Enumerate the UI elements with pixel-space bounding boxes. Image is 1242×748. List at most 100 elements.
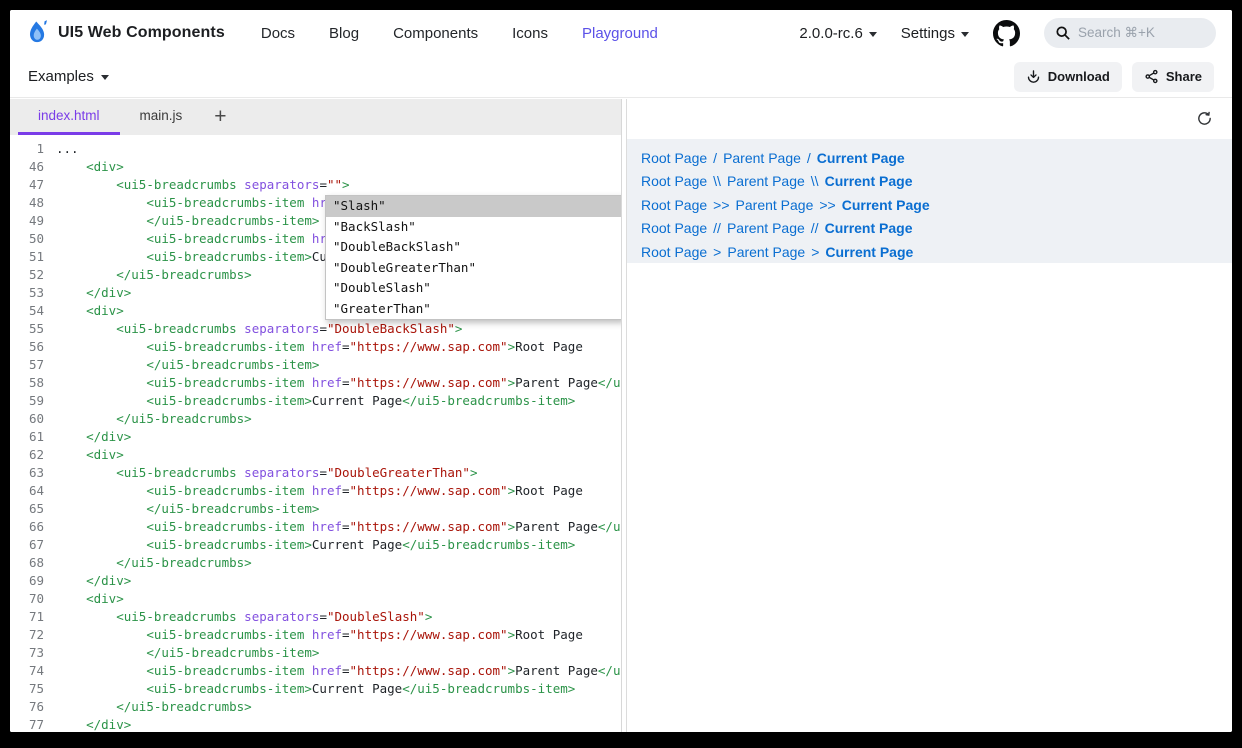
code-text: <ui5-breadcrumbs-item href="https://www.… xyxy=(56,338,583,356)
code-text: </div> xyxy=(56,284,131,302)
nav-link-components[interactable]: Components xyxy=(393,25,478,42)
chevron-down-icon xyxy=(869,32,877,37)
examples-dropdown[interactable]: Examples xyxy=(28,68,109,85)
code-text: <ui5-breadcrumbs-item href="https://www.… xyxy=(56,626,583,644)
code-line-66[interactable]: 66 <ui5-breadcrumbs-item href="https://w… xyxy=(10,518,621,536)
code-line-61[interactable]: 61 </div> xyxy=(10,428,621,446)
search-input[interactable]: Search ⌘+K xyxy=(1044,18,1216,48)
code-line-56[interactable]: 56 <ui5-breadcrumbs-item href="https://w… xyxy=(10,338,621,356)
line-number: 66 xyxy=(10,518,44,536)
code-line-74[interactable]: 74 <ui5-breadcrumbs-item href="https://w… xyxy=(10,662,621,680)
code-line-68[interactable]: 68 </ui5-breadcrumbs> xyxy=(10,554,621,572)
code-line-73[interactable]: 73 </ui5-breadcrumbs-item> xyxy=(10,644,621,662)
line-number: 49 xyxy=(10,212,44,230)
autocomplete-option[interactable]: "DoubleBackSlash" xyxy=(326,237,622,258)
code-line-71[interactable]: 71 <ui5-breadcrumbs separators="DoubleSl… xyxy=(10,608,621,626)
breadcrumb-current-page: Current Page xyxy=(825,173,913,189)
autocomplete-option[interactable]: "DoubleSlash" xyxy=(326,278,622,299)
autocomplete-option[interactable]: "BackSlash" xyxy=(326,217,622,238)
autocomplete-option[interactable]: "Slash" xyxy=(326,196,622,217)
examples-label: Examples xyxy=(28,68,94,85)
breadcrumb-example-row: Root Page>>Parent Page>>Current Page xyxy=(641,193,1218,217)
code-line-75[interactable]: 75 <ui5-breadcrumbs-item>Current Page</u… xyxy=(10,680,621,698)
nav-link-docs[interactable]: Docs xyxy=(261,25,295,42)
code-line-58[interactable]: 58 <ui5-breadcrumbs-item href="https://w… xyxy=(10,374,621,392)
line-number: 76 xyxy=(10,698,44,716)
breadcrumb-separator: \\ xyxy=(713,173,721,189)
code-text: <div> xyxy=(56,446,124,464)
line-number: 67 xyxy=(10,536,44,554)
editor-tab-main.js[interactable]: main.js xyxy=(120,99,203,135)
add-tab-button[interactable]: + xyxy=(202,99,238,135)
code-line-65[interactable]: 65 </ui5-breadcrumbs-item> xyxy=(10,500,621,518)
breadcrumb-link[interactable]: Root Page xyxy=(641,220,707,236)
breadcrumb-example-row: Root Page//Parent Page//Current Page xyxy=(641,217,1218,241)
code-line-47[interactable]: 47 <ui5-breadcrumbs separators=""> xyxy=(10,176,621,194)
breadcrumb-example-row: Root Page>Parent Page>Current Page xyxy=(641,240,1218,264)
autocomplete-option[interactable]: "DoubleGreaterThan" xyxy=(326,258,622,279)
code-line-60[interactable]: 60 </ui5-breadcrumbs> xyxy=(10,410,621,428)
line-number: 52 xyxy=(10,266,44,284)
refresh-icon xyxy=(1196,110,1213,127)
code-text: </ui5-breadcrumbs> xyxy=(56,266,252,284)
code-line-72[interactable]: 72 <ui5-breadcrumbs-item href="https://w… xyxy=(10,626,621,644)
topbar-right: 2.0.0-rc.6 Settings Search ⌘+K xyxy=(799,18,1216,48)
share-button[interactable]: Share xyxy=(1132,62,1214,92)
nav-link-playground[interactable]: Playground xyxy=(582,25,658,42)
line-number: 55 xyxy=(10,320,44,338)
code-line-70[interactable]: 70 <div> xyxy=(10,590,621,608)
chevron-down-icon xyxy=(101,75,109,80)
github-icon[interactable] xyxy=(993,20,1020,47)
code-text: <ui5-breadcrumbs-item href="https://www.… xyxy=(56,482,583,500)
breadcrumb-current-page: Current Page xyxy=(842,197,930,213)
breadcrumb-link[interactable]: Root Page xyxy=(641,197,707,213)
line-number: 68 xyxy=(10,554,44,572)
line-number: 59 xyxy=(10,392,44,410)
editor-tab-index.html[interactable]: index.html xyxy=(18,99,120,135)
breadcrumb-link[interactable]: Parent Page xyxy=(727,244,805,260)
breadcrumb-link[interactable]: Root Page xyxy=(641,150,707,166)
code-line-62[interactable]: 62 <div> xyxy=(10,446,621,464)
autocomplete-popup: "Slash""BackSlash""DoubleBackSlash""Doub… xyxy=(325,195,622,320)
download-button[interactable]: Download xyxy=(1014,62,1122,92)
share-icon xyxy=(1144,69,1159,84)
breadcrumb-link[interactable]: Root Page xyxy=(641,173,707,189)
code-line-64[interactable]: 64 <ui5-breadcrumbs-item href="https://w… xyxy=(10,482,621,500)
line-number: 54 xyxy=(10,302,44,320)
code-line-46[interactable]: 46 <div> xyxy=(10,158,621,176)
download-label: Download xyxy=(1048,69,1110,84)
code-line-55[interactable]: 55 <ui5-breadcrumbs separators="DoubleBa… xyxy=(10,320,621,338)
breadcrumb-current-page: Current Page xyxy=(825,220,913,236)
version-dropdown[interactable]: 2.0.0-rc.6 xyxy=(799,25,876,42)
code-line-77[interactable]: 77 </div> xyxy=(10,716,621,732)
breadcrumb-link[interactable]: Parent Page xyxy=(727,220,805,236)
code-text: <ui5-breadcrumbs-item>Current Page</ui5-… xyxy=(56,392,575,410)
nav-link-blog[interactable]: Blog xyxy=(329,25,359,42)
search-icon xyxy=(1056,26,1070,40)
code-line-57[interactable]: 57 </ui5-breadcrumbs-item> xyxy=(10,356,621,374)
code-line-69[interactable]: 69 </div> xyxy=(10,572,621,590)
code-line-59[interactable]: 59 <ui5-breadcrumbs-item>Current Page</u… xyxy=(10,392,621,410)
line-number: 75 xyxy=(10,680,44,698)
examples-toolbar: Examples Download Share xyxy=(10,56,1232,98)
code-text: <ui5-breadcrumbs separators=""> xyxy=(56,176,350,194)
autocomplete-option[interactable]: "GreaterThan" xyxy=(326,299,622,320)
code-line-63[interactable]: 63 <ui5-breadcrumbs separators="DoubleGr… xyxy=(10,464,621,482)
code-line-76[interactable]: 76 </ui5-breadcrumbs> xyxy=(10,698,621,716)
breadcrumb-link[interactable]: Root Page xyxy=(641,244,707,260)
code-line-67[interactable]: 67 <ui5-breadcrumbs-item>Current Page</u… xyxy=(10,536,621,554)
breadcrumb-link[interactable]: Parent Page xyxy=(727,173,805,189)
breadcrumb-separator: \\ xyxy=(811,173,819,189)
settings-dropdown[interactable]: Settings xyxy=(901,25,969,42)
line-number: 56 xyxy=(10,338,44,356)
line-number: 64 xyxy=(10,482,44,500)
code-text: </ui5-breadcrumbs-item> xyxy=(56,212,319,230)
brand-home-link[interactable]: UI5 Web Components xyxy=(26,20,225,46)
nav-link-icons[interactable]: Icons xyxy=(512,25,548,42)
refresh-button[interactable] xyxy=(1196,110,1214,128)
code-line-1[interactable]: 1... xyxy=(10,140,621,158)
line-number: 69 xyxy=(10,572,44,590)
breadcrumb-link[interactable]: Parent Page xyxy=(736,197,814,213)
breadcrumb-link[interactable]: Parent Page xyxy=(723,150,801,166)
code-text: </ui5-breadcrumbs> xyxy=(56,698,252,716)
